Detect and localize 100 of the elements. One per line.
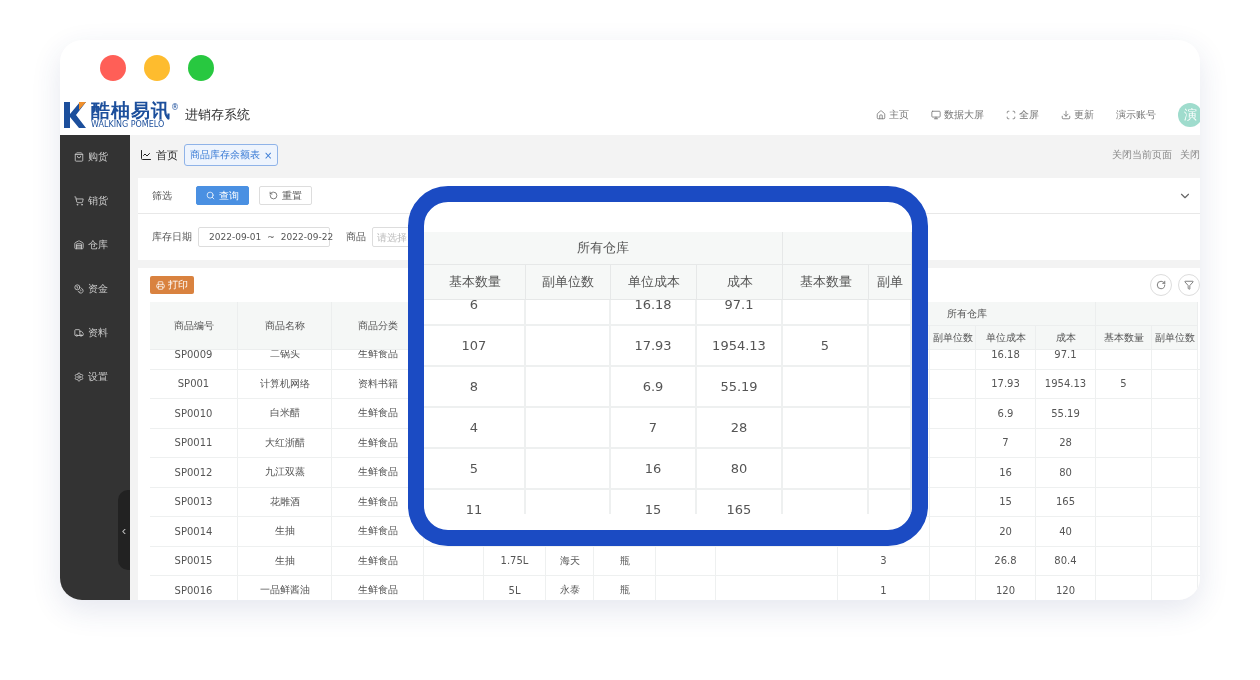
- window-control-button[interactable]: [100, 54, 126, 81]
- table-cell: 40: [1036, 517, 1096, 546]
- table-cell: 大红浙醋: [238, 428, 332, 457]
- table-cell: 一品鲜酱油: [238, 576, 332, 600]
- table-cell: 20: [976, 517, 1036, 546]
- table-cell: 80: [1036, 458, 1096, 487]
- table-cell: 5L: [484, 576, 546, 600]
- filter-button[interactable]: [1178, 274, 1200, 296]
- nav-link[interactable]: 主页: [876, 108, 909, 122]
- table-cell: 生鲜食品: [332, 576, 424, 600]
- table-cell: 11: [424, 490, 526, 514]
- print-button[interactable]: 打印: [150, 276, 194, 294]
- table-cell: 120: [976, 576, 1036, 600]
- table-cell: 26.8: [976, 546, 1036, 575]
- table-cell: SP0016: [150, 576, 238, 600]
- group-header: 所有仓库: [424, 232, 783, 265]
- table-cell: 花雕酒: [238, 487, 332, 516]
- settings-icon: [74, 372, 84, 382]
- reset-icon: [269, 191, 278, 200]
- table-cell: 5: [783, 326, 869, 365]
- column-header: 商品名称: [238, 302, 332, 350]
- refresh-icon: [1156, 280, 1166, 290]
- column-header: 成本: [697, 265, 783, 300]
- table-cell: 28: [697, 408, 783, 447]
- download-icon: [1061, 110, 1071, 120]
- table-cell: 5: [1096, 369, 1152, 398]
- tab[interactable]: 首页: [140, 147, 178, 163]
- search-icon: [206, 191, 215, 200]
- table-cell: SP0011: [150, 428, 238, 457]
- table-cell: 7: [976, 428, 1036, 457]
- table-cell: 1954.13: [1036, 369, 1096, 398]
- nav-link[interactable]: 数据大屏: [931, 108, 984, 122]
- table-cell: 瓶: [594, 576, 656, 600]
- system-title: 进销存系统: [185, 106, 250, 124]
- query-button[interactable]: 查询: [196, 186, 249, 205]
- sidebar-item[interactable]: 资金: [60, 279, 130, 299]
- table-cell: SP0013: [150, 487, 238, 516]
- reset-button[interactable]: 重置: [259, 186, 312, 205]
- filter-icon: [1184, 280, 1194, 290]
- table-cell: 120: [1036, 576, 1096, 600]
- brand-tagline: WALKING POMELO: [91, 120, 165, 129]
- table-cell: 1954.13: [697, 326, 783, 365]
- table-cell: 55.19: [1036, 399, 1096, 428]
- table-cell: 6.9: [976, 399, 1036, 428]
- table-cell: SP0009: [150, 350, 238, 369]
- table-cell: SP0014: [150, 517, 238, 546]
- table-cell: 55.19: [697, 367, 783, 406]
- table-cell: SP0015: [150, 546, 238, 575]
- column-header: 成本: [1036, 326, 1096, 350]
- close-tab-link[interactable]: 关闭: [1180, 148, 1200, 162]
- nav-link[interactable]: 全屏: [1006, 108, 1039, 122]
- table-cell: 6: [424, 300, 526, 324]
- sidebar-item[interactable]: 资料: [60, 323, 130, 343]
- tab[interactable]: 商品库存余额表 ×: [184, 144, 279, 166]
- column-header: 基本数量: [1096, 326, 1152, 350]
- truck-icon: [74, 328, 84, 338]
- table-cell: 80.4: [1036, 546, 1096, 575]
- table-cell: 17.93: [611, 326, 697, 365]
- table-cell: 15: [611, 490, 697, 514]
- table-cell: SP0012: [150, 458, 238, 487]
- table-cell: 16.18: [611, 300, 697, 324]
- collapse-button[interactable]: ‹: [118, 490, 130, 570]
- sidebar-item[interactable]: 仓库: [60, 235, 130, 255]
- table-cell: 永泰: [546, 576, 594, 600]
- table-cell: 8: [424, 367, 526, 406]
- table-cell: 6.9: [611, 367, 697, 406]
- table-cell: 1: [838, 576, 930, 600]
- column-header: 副单: [869, 265, 912, 300]
- close-tab-link[interactable]: 关闭当前页面: [1112, 148, 1172, 162]
- table-cell: 计算机网络: [238, 369, 332, 398]
- table-cell: 生抽: [238, 546, 332, 575]
- sidebar-item[interactable]: 购货: [60, 147, 130, 167]
- field-label: 商品: [346, 230, 366, 244]
- sidebar-item[interactable]: 设置: [60, 367, 130, 387]
- column-header: 副单位数: [526, 265, 611, 300]
- cart-icon: [74, 196, 84, 206]
- brand-name: 酷柚易讯: [91, 101, 171, 120]
- table-cell: 16: [611, 449, 697, 488]
- nav-link[interactable]: 更新: [1061, 108, 1094, 122]
- column-header: 商品编号: [150, 302, 238, 350]
- warehouse-icon: [74, 240, 84, 250]
- fullscreen-icon: [1006, 110, 1016, 120]
- table-cell: 165: [1036, 487, 1096, 516]
- table-cell: 17.93: [976, 369, 1036, 398]
- home-icon: [876, 110, 886, 120]
- chart-icon: [140, 149, 152, 161]
- table-cell: 5: [424, 449, 526, 488]
- window-control-button[interactable]: [144, 54, 170, 81]
- column-header: 基本数量: [424, 265, 526, 300]
- logo-icon: [62, 100, 88, 130]
- sidebar-item[interactable]: 销货: [60, 191, 130, 211]
- printer-icon: [156, 280, 165, 290]
- column-header: 基本数量: [783, 265, 869, 300]
- refresh-button[interactable]: [1150, 274, 1172, 296]
- table-cell: 生抽: [238, 517, 332, 546]
- window-control-button[interactable]: [188, 54, 214, 81]
- column-header: 单位成本: [611, 265, 697, 300]
- close-icon[interactable]: ×: [264, 149, 273, 161]
- field-label: 库存日期: [152, 230, 192, 244]
- account-link[interactable]: 演示账号: [1116, 108, 1156, 122]
